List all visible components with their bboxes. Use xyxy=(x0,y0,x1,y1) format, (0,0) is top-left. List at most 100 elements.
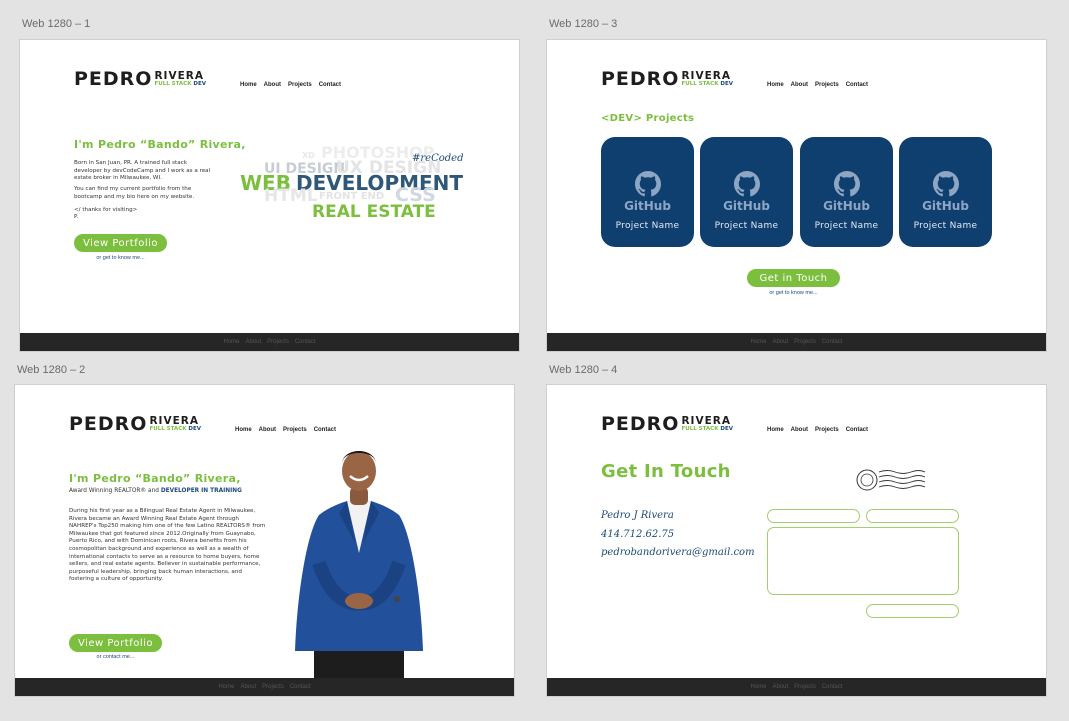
logo[interactable]: PEDRO RIVERA FULL STACK DEV xyxy=(601,413,733,435)
view-portfolio-button[interactable]: View Portfolio xyxy=(69,634,162,652)
nav-home[interactable]: Home xyxy=(240,82,257,88)
cloud-frontend: FRONT END xyxy=(319,191,385,202)
nav-about[interactable]: About xyxy=(264,82,281,88)
footer: Home About Projects Contact xyxy=(547,678,1046,696)
logo-tag: FULL STACK xyxy=(149,426,187,432)
footer-about[interactable]: About xyxy=(772,339,788,345)
view-portfolio-button[interactable]: View Portfolio xyxy=(74,234,167,252)
card-brand: GitHub xyxy=(922,199,969,213)
project-card[interactable]: GitHub Project Name xyxy=(601,137,694,247)
nav-about[interactable]: About xyxy=(791,82,808,88)
get-to-know-link[interactable]: or get to know me... xyxy=(747,290,840,296)
contact-phone[interactable]: 414.712.62.75 xyxy=(601,529,674,540)
logo-side: RIVERA xyxy=(149,415,199,427)
nav-about[interactable]: About xyxy=(259,427,276,433)
project-card[interactable]: GitHub Project Name xyxy=(700,137,793,247)
intro-signature: P. xyxy=(74,214,79,220)
nav-home[interactable]: Home xyxy=(767,82,784,88)
frame-label: Web 1280 – 2 xyxy=(17,364,86,376)
card-brand: GitHub xyxy=(723,199,770,213)
frame-label: Web 1280 – 4 xyxy=(549,364,618,376)
logo-main: PEDRO xyxy=(601,68,680,90)
logo-tag-dev: DEV xyxy=(720,426,733,432)
logo-side: RIVERA xyxy=(154,70,204,82)
github-icon xyxy=(733,171,760,197)
nav-contact[interactable]: Contact xyxy=(846,82,868,88)
artboard-home[interactable]: PEDRO RIVERA FULL STACK DEV Home About P… xyxy=(19,39,520,352)
frame-label: Web 1280 – 3 xyxy=(549,18,618,30)
footer-contact[interactable]: Contact xyxy=(822,339,843,345)
nav-projects[interactable]: Projects xyxy=(815,427,839,433)
project-card[interactable]: GitHub Project Name xyxy=(800,137,893,247)
logo-tag-dev: DEV xyxy=(193,81,206,87)
nav-projects[interactable]: Projects xyxy=(283,427,307,433)
get-to-know-link[interactable]: or get to know me... xyxy=(74,255,167,261)
footer-about[interactable]: About xyxy=(245,339,261,345)
footer-home[interactable]: Home xyxy=(223,339,239,345)
intro-bio: Born in San Juan, PR. A trained full sta… xyxy=(74,160,211,182)
message-field[interactable] xyxy=(767,527,959,595)
cloud-realestate: REAL ESTATE xyxy=(312,202,436,222)
footer-contact[interactable]: Contact xyxy=(822,684,843,690)
card-project-name: Project Name xyxy=(913,221,978,231)
nav-bar: Home About Projects Contact xyxy=(235,427,336,433)
logo[interactable]: PEDRO RIVERA FULL STACK DEV xyxy=(74,68,206,90)
footer: Home About Projects Contact xyxy=(547,333,1046,351)
get-in-touch-button[interactable]: Get in Touch xyxy=(747,269,840,287)
nav-home[interactable]: Home xyxy=(767,427,784,433)
logo-side: RIVERA xyxy=(681,70,731,82)
about-subtitle-developer: DEVELOPER IN TRAINING xyxy=(160,488,242,494)
nav-bar: Home About Projects Contact xyxy=(767,427,868,433)
footer: Home About Projects Contact xyxy=(15,678,514,696)
nav-about[interactable]: About xyxy=(791,427,808,433)
logo-main: PEDRO xyxy=(601,413,680,435)
artboard-about[interactable]: PEDRO RIVERA FULL STACK DEV Home About P… xyxy=(14,384,515,697)
email-field[interactable] xyxy=(866,509,959,523)
contact-me-link[interactable]: or contact me... xyxy=(69,654,162,660)
nav-contact[interactable]: Contact xyxy=(319,82,341,88)
nav-projects[interactable]: Projects xyxy=(288,82,312,88)
nav-bar: Home About Projects Contact xyxy=(767,82,868,88)
submit-button[interactable] xyxy=(866,604,959,618)
footer: Home About Projects Contact xyxy=(20,333,519,351)
contact-name: Pedro J Rivera xyxy=(601,510,674,521)
card-brand: GitHub xyxy=(823,199,870,213)
footer-contact[interactable]: Contact xyxy=(290,684,311,690)
nav-projects[interactable]: Projects xyxy=(815,82,839,88)
project-card[interactable]: GitHub Project Name xyxy=(899,137,992,247)
footer-home[interactable]: Home xyxy=(750,684,766,690)
footer-about[interactable]: About xyxy=(240,684,256,690)
artboard-contact[interactable]: PEDRO RIVERA FULL STACK DEV Home About P… xyxy=(546,384,1047,697)
github-icon xyxy=(833,171,860,197)
footer-about[interactable]: About xyxy=(772,684,788,690)
logo-tag-dev: DEV xyxy=(720,81,733,87)
logo-tag: FULL STACK xyxy=(681,81,719,87)
nav-bar: Home About Projects Contact xyxy=(240,82,341,88)
cloud-html: HTML xyxy=(264,186,318,206)
logo-main: PEDRO xyxy=(74,68,153,90)
nav-home[interactable]: Home xyxy=(235,427,252,433)
nav-contact[interactable]: Contact xyxy=(846,427,868,433)
footer-projects[interactable]: Projects xyxy=(267,339,289,345)
github-icon xyxy=(932,171,959,197)
footer-contact[interactable]: Contact xyxy=(295,339,316,345)
postmark-stamp-icon xyxy=(856,469,925,491)
footer-home[interactable]: Home xyxy=(218,684,234,690)
footer-projects[interactable]: Projects xyxy=(794,339,816,345)
name-field[interactable] xyxy=(767,509,860,523)
about-subtitle-realtor: Award Winning REALTOR® and xyxy=(69,488,161,494)
about-bio: During his first year as a Bilingual Rea… xyxy=(69,508,266,583)
footer-home[interactable]: Home xyxy=(750,339,766,345)
contact-email[interactable]: pedrobandorivera@gmail.com xyxy=(601,547,755,558)
logo[interactable]: PEDRO RIVERA FULL STACK DEV xyxy=(69,415,201,434)
card-project-name: Project Name xyxy=(714,221,779,231)
logo-tag: FULL STACK xyxy=(154,81,192,87)
logo-tag-dev: DEV xyxy=(188,426,201,432)
footer-projects[interactable]: Projects xyxy=(262,684,284,690)
artboard-projects[interactable]: PEDRO RIVERA FULL STACK DEV Home About P… xyxy=(546,39,1047,352)
footer-projects[interactable]: Projects xyxy=(794,684,816,690)
cloud-xd: XD xyxy=(302,151,315,160)
contact-heading: Get In Touch xyxy=(601,461,731,482)
nav-contact[interactable]: Contact xyxy=(314,427,336,433)
logo[interactable]: PEDRO RIVERA FULL STACK DEV xyxy=(601,68,733,90)
